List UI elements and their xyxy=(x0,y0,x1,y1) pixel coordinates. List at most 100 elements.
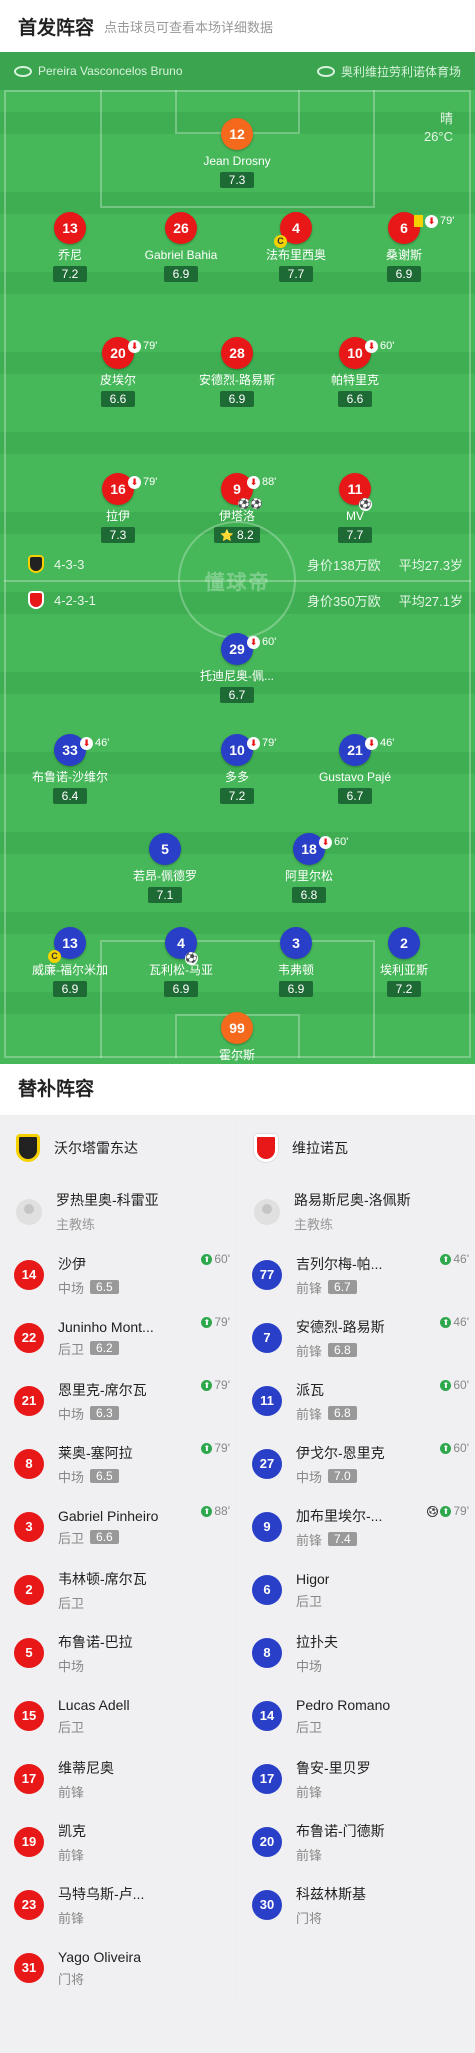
player-name: 帕特里克 xyxy=(330,373,379,387)
sub-name: 科兹林斯基 xyxy=(296,1885,366,1902)
player-marker[interactable]: 18 ⬇ 60' 阿里尔松 6.8 xyxy=(239,833,379,904)
player-rating: 7.1 xyxy=(148,887,182,903)
sub-position-row: 后卫 xyxy=(296,1717,390,1736)
sub-in-indicator: ⬆ 88' xyxy=(201,1504,230,1518)
substitute-row[interactable]: 19 凯克 前锋 xyxy=(0,1811,236,1874)
sub-minute: 60' xyxy=(334,836,349,848)
sub-number: 30 xyxy=(252,1890,282,1920)
venue-name: 奥利维拉劳利诺体育场 xyxy=(340,64,461,79)
sub-in-indicator: ⬆ 79' xyxy=(201,1441,230,1455)
substitute-row[interactable]: 9 加布里埃尔-... 前锋 7.4 ⚽ ⬆ 79' xyxy=(238,1496,475,1559)
sub-in-indicator: ⬆ 46' xyxy=(440,1315,469,1329)
substitute-row[interactable]: 14 沙伊 中场 6.5 ⬆ 60' xyxy=(0,1244,236,1307)
sub-rating: 6.2 xyxy=(90,1341,119,1355)
sub-number: 21 xyxy=(14,1386,44,1416)
sub-in-minute: 60' xyxy=(214,1252,230,1266)
substitute-row[interactable]: 5 布鲁诺-巴拉 中场 xyxy=(0,1622,236,1685)
player-rating: 6.4 xyxy=(53,788,87,804)
player-name: Gustavo Pajé xyxy=(318,770,392,784)
sub-rating: 7.4 xyxy=(328,1532,357,1546)
sub-position: 前锋 xyxy=(296,1847,323,1863)
substitute-row[interactable]: 7 安德烈-路易斯 前锋 6.8 ⬆ 46' xyxy=(238,1307,475,1370)
player-number: 4C xyxy=(274,212,312,248)
sub-position-row: 前锋 7.4 xyxy=(296,1530,382,1549)
player-rating: 6.8 xyxy=(292,887,326,903)
substitute-row[interactable]: 77 吉列尔梅-帕... 前锋 6.7 ⬆ 46' xyxy=(238,1244,475,1307)
away-crest-icon xyxy=(254,1133,278,1162)
sub-position: 前锋 xyxy=(58,1910,85,1926)
substitute-row[interactable]: 17 维蒂尼奥 前锋 xyxy=(0,1748,236,1811)
substitute-row[interactable]: 8 拉扑夫 中场 xyxy=(238,1622,475,1685)
substitute-row[interactable]: 3 Gabriel Pinheiro 后卫 6.6 ⬆ 88' xyxy=(0,1496,236,1559)
home-crest-icon xyxy=(16,1133,40,1162)
captain-icon: C xyxy=(274,235,287,248)
sub-minute: 79' xyxy=(262,737,277,749)
sub-rating: 6.8 xyxy=(328,1406,357,1420)
substitute-row[interactable]: 31 Yago Oliveira 门将 xyxy=(0,1937,236,2000)
player-name: 托迪尼奥-佩... xyxy=(200,669,274,683)
player-number: 2 xyxy=(388,927,420,959)
player-number: 10 ⬇ 60' xyxy=(339,337,394,369)
substitute-row[interactable]: 17 鲁安-里贝罗 前锋 xyxy=(238,1748,475,1811)
player-marker[interactable]: 5 若昂-佩德罗 7.1 xyxy=(95,833,235,904)
sub-off-icon: ⬇ xyxy=(128,339,141,353)
player-number: 18 ⬇ 60' xyxy=(293,833,348,865)
player-rating: 6.6 xyxy=(338,391,372,407)
player-marker[interactable]: 29 ⬇ 60' 托迪尼奥-佩... 6.7 xyxy=(167,633,307,704)
substitute-row[interactable]: 21 恩里克-席尔瓦 中场 6.3 ⬆ 79' xyxy=(0,1370,236,1433)
away-formation: 4-2-3-1 xyxy=(54,592,96,608)
player-marker[interactable]: 33 ⬇ 46' 布鲁诺-沙维尔 6.4 xyxy=(0,734,140,805)
away-team-header[interactable]: 维拉诺瓦 xyxy=(238,1116,475,1180)
substitute-row[interactable]: 30 科兹林斯基 门将 xyxy=(238,1874,475,1937)
coach-avatar-icon xyxy=(16,1198,42,1225)
sub-position: 前锋 xyxy=(296,1343,323,1359)
player-marker[interactable]: 6 ⬇ 79' 桑谢斯 6.9 xyxy=(334,212,474,283)
sub-position-row: 后卫 xyxy=(58,1593,147,1612)
player-marker[interactable]: 21 ⬇ 46' Gustavo Pajé 6.7 xyxy=(285,734,425,805)
sub-position: 前锋 xyxy=(296,1532,323,1548)
substitute-row[interactable]: 11 派瓦 前锋 6.8 ⬆ 60' xyxy=(238,1370,475,1433)
sub-in-minute: 60' xyxy=(453,1441,469,1455)
player-name: Jean Drosny xyxy=(203,154,271,168)
player-number: 20 ⬇ 79' xyxy=(102,337,157,369)
substitute-row[interactable]: 27 伊戈尔-恩里克 中场 7.0 ⬆ 60' xyxy=(238,1433,475,1496)
player-rating: 6.9 xyxy=(220,391,254,407)
substitute-row[interactable]: 22 Juninho Mont... 后卫 6.2 ⬆ 79' xyxy=(0,1307,236,1370)
rating-value: 6.4 xyxy=(61,789,79,803)
player-marker[interactable]: 10 ⬇ 60' 帕特里克 6.6 xyxy=(285,337,425,408)
player-number: 13 C xyxy=(48,927,86,963)
away-age: 平均27.1岁 xyxy=(398,593,463,609)
away-subs-list: 77 吉列尔梅-帕... 前锋 6.7 ⬆ 46' 7 安德烈-路易斯 前锋 6.8 ⬆ 46' 11 派… xyxy=(238,1244,475,1937)
goal-ball-icon: ⚽ xyxy=(185,952,198,965)
substitute-row[interactable]: 14 Pedro Romano 后卫 xyxy=(238,1685,475,1748)
away-coach[interactable]: 路易斯尼奥-洛佩斯 主教练 xyxy=(238,1180,475,1244)
player-number: 26 xyxy=(165,212,197,244)
substitute-row[interactable]: 15 Lucas Adell 后卫 xyxy=(0,1685,236,1748)
substitute-row[interactable]: 8 莱奥-塞阿拉 中场 6.5 ⬆ 79' xyxy=(0,1433,236,1496)
sub-position-row: 中场 7.0 xyxy=(296,1467,385,1486)
home-coach[interactable]: 罗热里奥-科雷亚 主教练 xyxy=(0,1180,236,1244)
player-rating: 7.2 xyxy=(53,266,87,282)
home-team-header[interactable]: 沃尔塔雷东达 xyxy=(0,1116,236,1180)
player-name: 若昂-佩德罗 xyxy=(133,869,197,883)
player-marker[interactable]: 99霍尔斯6.4 xyxy=(167,1012,307,1064)
coach-role: 主教练 xyxy=(294,1217,334,1232)
sub-off-indicator: ⬇ 79' xyxy=(128,466,157,498)
player-marker[interactable]: 11 ⚽ MV 7.7 xyxy=(285,473,425,544)
rating-value: 6.6 xyxy=(346,392,364,406)
sub-off-indicator: ⬇ 60' xyxy=(319,826,348,858)
player-rating: 7.7 xyxy=(338,527,372,543)
sub-position-row: 前锋 xyxy=(58,1782,114,1801)
player-number: 29 ⬇ 60' xyxy=(221,633,276,665)
substitute-row[interactable]: 20 布鲁诺-门德斯 前锋 xyxy=(238,1811,475,1874)
player-marker[interactable]: 2 埃利亚斯 7.2 xyxy=(334,927,474,998)
substitute-row[interactable]: 6 Higor 后卫 xyxy=(238,1559,475,1622)
sub-number: 8 xyxy=(252,1638,282,1668)
substitute-row[interactable]: 23 马特乌斯-卢... 前锋 xyxy=(0,1874,236,1937)
sub-name: Lucas Adell xyxy=(58,1696,130,1713)
lineup-header: 首发阵容 点击球员可查看本场详细数据 xyxy=(0,0,475,52)
substitute-row[interactable]: 2 韦林顿-席尔瓦 后卫 xyxy=(0,1559,236,1622)
player-marker[interactable]: 12 Jean Drosny 7.3 xyxy=(167,118,307,189)
sub-position-row: 中场 6.3 xyxy=(58,1404,147,1423)
sub-info: 沙伊 中场 6.5 xyxy=(58,1254,119,1297)
